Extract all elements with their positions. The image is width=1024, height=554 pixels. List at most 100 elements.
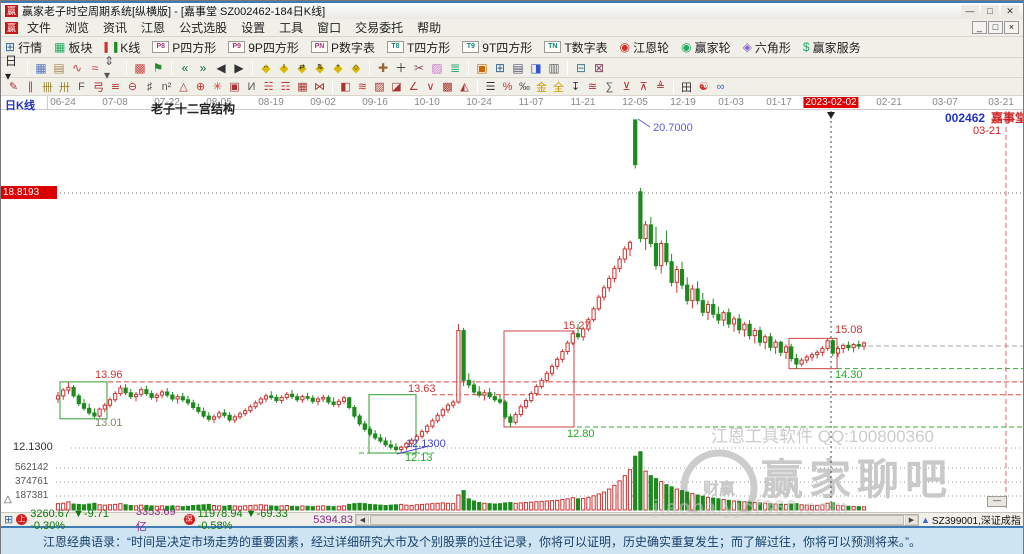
golden-section-tool-icon[interactable]: 金 <box>533 80 550 94</box>
minimize-button[interactable]: — <box>961 5 979 18</box>
printer-icon[interactable]: ▥ <box>545 60 563 76</box>
mdi-restore-button[interactable]: □ <box>988 21 1003 34</box>
sectors-button[interactable]: ▦板块 <box>54 39 92 56</box>
report-icon[interactable]: ▤ <box>50 60 68 76</box>
gann-diamond-ud-icon[interactable]: ◆⇅ <box>311 60 329 76</box>
p9-square-button[interactable]: P99P四方形 <box>228 39 299 56</box>
trigram-water-tool-icon[interactable]: ☵ <box>260 80 277 94</box>
p-square-button[interactable]: P8P四方形 <box>152 39 216 56</box>
kchart-window-icon[interactable]: ▩ <box>131 60 149 76</box>
menu-item-工具[interactable]: 工具 <box>272 18 310 37</box>
calendar-icon[interactable]: ▣ <box>473 60 491 76</box>
calculator-icon[interactable]: ⊞ <box>491 60 509 76</box>
menu-item-帮助[interactable]: 帮助 <box>410 18 448 37</box>
delta-eq-tool-icon[interactable]: ≜ <box>652 80 669 94</box>
corner-box-tool-icon[interactable]: ◪ <box>388 80 405 94</box>
gann-grid-icon[interactable]: 田 <box>678 80 695 94</box>
horizontal-scrollbar[interactable]: ◀ ▶ <box>355 514 919 526</box>
first-bar-button[interactable]: « <box>176 60 194 76</box>
pencil-tool-icon[interactable]: ✎ <box>5 80 22 94</box>
winner-wheel-button[interactable]: ◉赢家轮 <box>681 39 731 56</box>
scale-selector[interactable]: ⇕ ▾ <box>104 60 122 76</box>
menu-item-公式选股[interactable]: 公式选股 <box>172 18 234 37</box>
bowtie-tool-icon[interactable]: ⋈ <box>311 80 328 94</box>
gann-diamond-center-icon[interactable]: ◆◇ <box>347 60 365 76</box>
hexagon-button[interactable]: ◈六角形 <box>743 39 791 56</box>
gann-diamond-cross-icon[interactable]: ◆+ <box>329 60 347 76</box>
measure-tool-icon[interactable]: ✂ <box>410 60 428 76</box>
menu-item-浏览[interactable]: 浏览 <box>58 18 96 37</box>
t9-square-button[interactable]: T99T四方形 <box>462 39 532 56</box>
nand-tool-icon[interactable]: ⊼ <box>635 80 652 94</box>
mdi-close-button[interactable]: × <box>1004 21 1019 34</box>
permille-tool-icon[interactable]: ‰ <box>516 80 533 94</box>
menu-item-江恩[interactable]: 江恩 <box>134 18 172 37</box>
yinyang-icon[interactable]: ☯ <box>695 80 712 94</box>
vline-pair-tool-icon[interactable]: ∥ <box>22 80 39 94</box>
pane-minimize-button[interactable]: — <box>987 496 1007 507</box>
menu-item-设置[interactable]: 设置 <box>234 18 272 37</box>
trigram-mountain-tool-icon[interactable]: ☶ <box>277 80 294 94</box>
angle-tool-icon[interactable]: ∠ <box>405 80 422 94</box>
next-bar-button[interactable]: ▶ <box>230 60 248 76</box>
kline-chart[interactable]: 江恩工具软件 QQ:100800360赢家聊吧财赢 <box>1 96 1023 512</box>
prev-bar-button[interactable]: ◀ <box>212 60 230 76</box>
square-number-tool-icon[interactable]: n² <box>158 80 175 94</box>
p-number-table-button[interactable]: PNP数字表 <box>311 39 375 56</box>
pulse-icon[interactable]: ≈ <box>86 60 104 76</box>
gann-diamond-v-icon[interactable]: ◆↕ <box>275 60 293 76</box>
scroll-left-button[interactable]: ◀ <box>356 515 369 525</box>
triangle-tool-icon[interactable]: △ <box>175 80 192 94</box>
save-icon[interactable]: ◨ <box>527 60 545 76</box>
t-number-table-button[interactable]: TNT数字表 <box>544 39 607 56</box>
bars-tool-icon[interactable]: 卅 <box>56 80 73 94</box>
winner-service-button[interactable]: $赢家服务 <box>803 39 861 56</box>
waves-tool-icon[interactable]: ≋ <box>354 80 371 94</box>
memo-icon[interactable]: ▤ <box>509 60 527 76</box>
menu-item-交易委托[interactable]: 交易委托 <box>348 18 410 37</box>
vee-tool-icon[interactable]: ∨ <box>422 80 439 94</box>
close-button[interactable]: ✕ <box>1001 5 1019 18</box>
hatch-tool-icon[interactable]: ▨ <box>371 80 388 94</box>
pc-export-icon[interactable]: ⊟ <box>572 60 590 76</box>
wave-icon[interactable]: ∿ <box>68 60 86 76</box>
hash-tool-icon[interactable]: ♯ <box>141 80 158 94</box>
t-square-button[interactable]: T8T四方形 <box>387 39 450 56</box>
grid-square-tool-icon[interactable]: ▦ <box>294 80 311 94</box>
grid-bars-tool-icon[interactable]: 卌 <box>39 80 56 94</box>
market-grid-icon[interactable]: ⊞ <box>4 513 13 526</box>
gann-diamond-lr-icon[interactable]: ◆⇄ <box>293 60 311 76</box>
arc-tool-icon[interactable]: 弓 <box>90 80 107 94</box>
mdi-minimize-button[interactable]: _ <box>972 21 987 34</box>
full-golden-tool-icon[interactable]: 全 <box>550 80 567 94</box>
xor-tool-icon[interactable]: ⊻ <box>618 80 635 94</box>
circle-split-tool-icon[interactable]: ⊖ <box>124 80 141 94</box>
scrollbar-thumb[interactable] <box>370 515 904 525</box>
menu-item-窗口[interactable]: 窗口 <box>310 18 348 37</box>
hand-tool-icon[interactable]: ✚ <box>374 60 392 76</box>
half-box-tool-icon[interactable]: ◧ <box>337 80 354 94</box>
percent-tool-icon[interactable]: % <box>499 80 516 94</box>
gann-wheel-button[interactable]: ◉江恩轮 <box>620 39 670 56</box>
infinity-icon[interactable]: ∞ <box>712 80 729 94</box>
period-day-selector[interactable]: 日 ▾ <box>5 60 23 76</box>
sum-tool-icon[interactable]: ∑ <box>601 80 618 94</box>
angle-k-tool-icon[interactable]: И <box>243 80 260 94</box>
scroll-right-button[interactable]: ▶ <box>905 515 918 525</box>
kline-period-label[interactable]: 日K线 <box>5 97 35 113</box>
flag-icon[interactable]: ⚑ <box>149 60 167 76</box>
approx-tool-icon[interactable]: ≊ <box>584 80 601 94</box>
drop-line-tool-icon[interactable]: ↧ <box>567 80 584 94</box>
restore-button[interactable]: □ <box>981 5 999 18</box>
gann-diamond-h-icon[interactable]: ◆↔ <box>257 60 275 76</box>
box-tool-icon[interactable]: ▣ <box>226 80 243 94</box>
menu-item-文件[interactable]: 文件 <box>20 18 58 37</box>
starburst-tool-icon[interactable]: ✳ <box>209 80 226 94</box>
parallel-tool-icon[interactable]: ≌ <box>107 80 124 94</box>
crosshair-tool-icon[interactable]: ＋ <box>392 60 410 76</box>
last-bar-button[interactable]: » <box>194 60 212 76</box>
green-lines-tool-icon[interactable]: ≣ <box>446 60 464 76</box>
fan-tool-icon[interactable]: F <box>73 80 90 94</box>
levels-tool-icon[interactable]: ☰ <box>482 80 499 94</box>
target-tool-icon[interactable]: ⊕ <box>192 80 209 94</box>
